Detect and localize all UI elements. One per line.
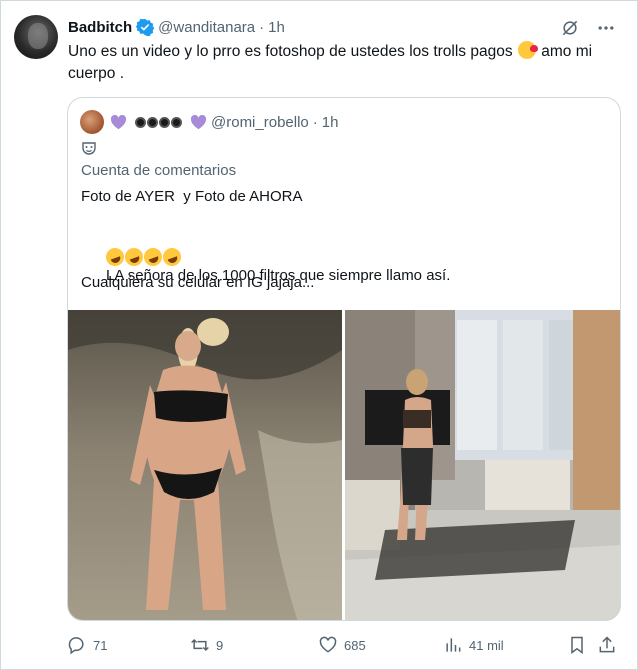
grok-icon[interactable] <box>559 17 581 39</box>
like-count: 685 <box>344 637 366 653</box>
tweet-card: Badbitch @wanditanara · 1h Uno es un vid… <box>0 0 638 670</box>
tweet-header: Badbitch @wanditanara · 1h <box>68 17 285 37</box>
quoted-header: @romi_robello · 1h <box>110 111 338 133</box>
tweet-text: Uno es un video y lo prro es fotoshop de… <box>68 41 624 85</box>
more-icon[interactable] <box>595 17 617 39</box>
quoted-handle[interactable]: @romi_robello <box>211 114 309 131</box>
tweet-time[interactable]: 1h <box>268 19 285 36</box>
bookmark-button[interactable] <box>567 633 587 657</box>
reply-icon <box>68 637 84 655</box>
author-name[interactable]: Badbitch <box>68 19 132 36</box>
quoted-time[interactable]: 1h <box>322 114 339 131</box>
kiss-face-emoji-icon <box>517 41 538 59</box>
author-handle[interactable]: @wanditanara <box>158 19 255 36</box>
verified-badge-icon <box>136 18 155 36</box>
tweet-text-part1: Uno es un video y lo prro es fotoshop de… <box>68 43 513 60</box>
quoted-line-3: Cualquiera su celular en IG jajaja... <box>81 274 315 291</box>
rolling-laughing-emoji-icon <box>160 245 184 269</box>
like-icon <box>319 636 337 653</box>
quoted-tweet[interactable]: @romi_robello · 1h Cuenta de comentarios… <box>67 97 621 621</box>
author-avatar[interactable] <box>14 15 58 59</box>
like-button[interactable]: 685 <box>318 633 366 657</box>
quoted-avatar[interactable] <box>80 110 104 134</box>
rolling-laughing-emoji-icon <box>141 245 165 269</box>
repost-icon <box>191 638 209 652</box>
tweet-top-actions <box>559 17 617 39</box>
header-separator: · <box>259 18 265 36</box>
quoted-separator: · <box>312 113 318 131</box>
apartment-photo[interactable] <box>345 310 620 620</box>
rolling-laughing-emoji-icon <box>122 245 146 269</box>
quoted-media <box>68 310 620 620</box>
purple-heart-icon <box>110 114 127 129</box>
repost-button[interactable]: 9 <box>190 633 223 657</box>
share-icon <box>599 636 615 653</box>
reply-button[interactable]: 71 <box>67 633 107 657</box>
reply-count: 71 <box>93 637 108 653</box>
rolling-laughing-emoji-icon <box>103 245 127 269</box>
community-label[interactable]: Cuenta de comentarios <box>81 162 236 179</box>
share-button[interactable] <box>597 633 617 657</box>
beach-photo[interactable] <box>68 310 342 620</box>
black-circles-icon <box>135 116 182 128</box>
quoted-line-1: Foto de AYER y Foto de AHORA <box>81 188 303 205</box>
community-mask-icon <box>82 142 96 155</box>
purple-heart-icon <box>190 114 207 129</box>
bookmark-icon <box>571 636 583 654</box>
views-icon <box>446 638 461 652</box>
action-bar: 71 9 685 41 mil <box>67 633 623 657</box>
views-button[interactable]: 41 mil <box>443 633 504 657</box>
views-count: 41 mil <box>469 637 504 653</box>
repost-count: 9 <box>216 637 224 653</box>
